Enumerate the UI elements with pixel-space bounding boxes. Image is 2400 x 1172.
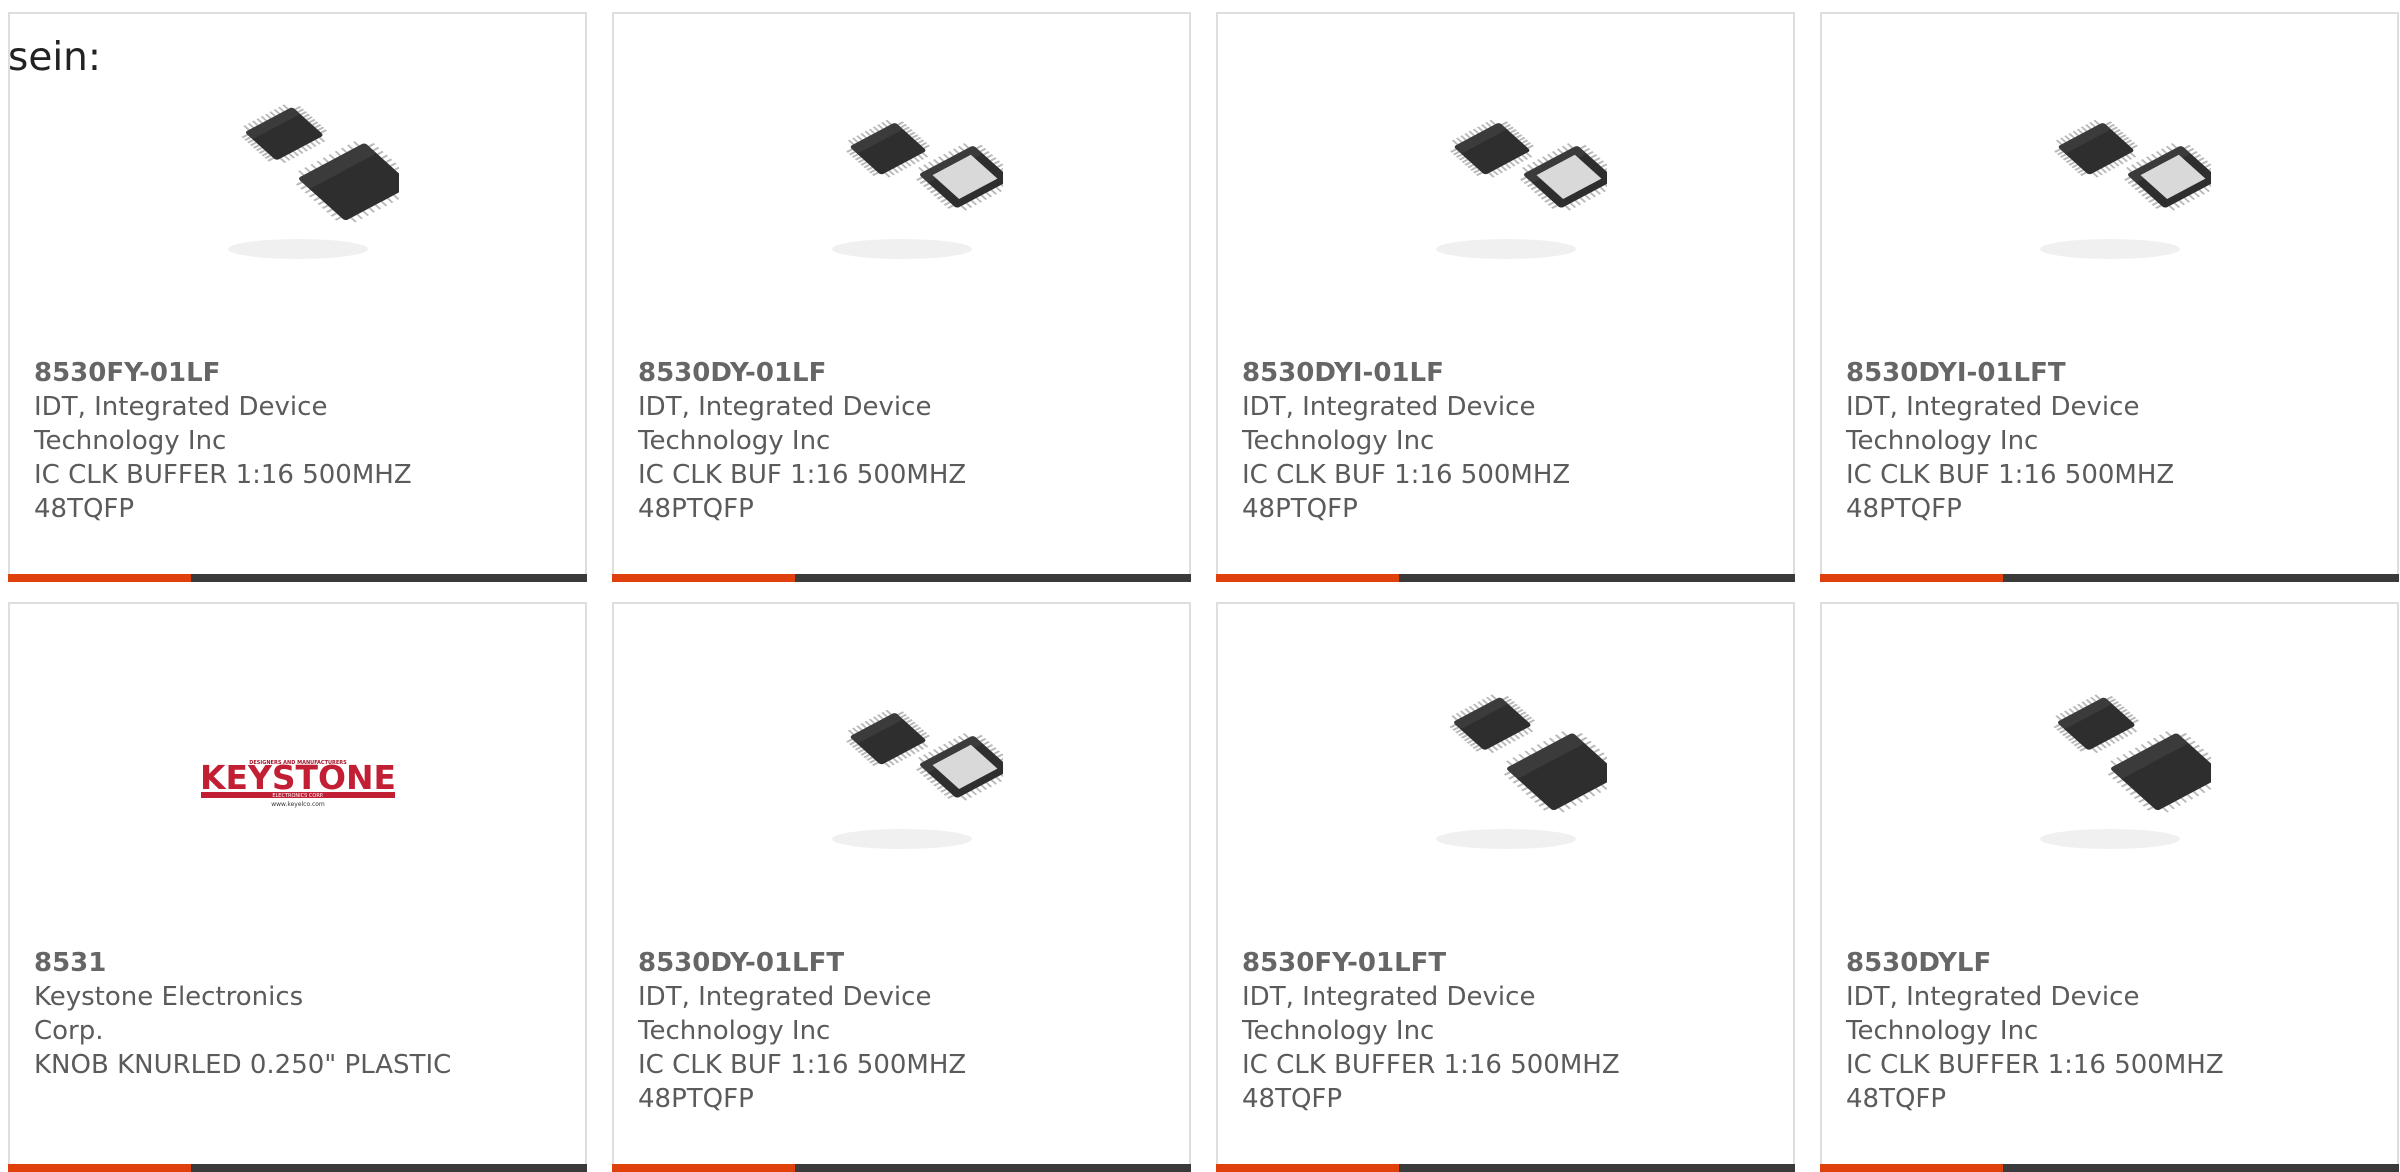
chip-pair-pad-image[interactable] [1405,84,1607,286]
part-number[interactable]: 8530FY-01LFT [1242,946,1769,980]
chip-pair-dark-image[interactable] [2009,674,2211,876]
svg-text:ELECTRONICS CORP.: ELECTRONICS CORP. [272,793,324,799]
product-card[interactable]: 8530FY-01LF IDT, Integrated Device Techn… [8,12,587,582]
manufacturer: IDT, Integrated Device Technology Inc [34,392,328,456]
part-number[interactable]: 8530DY-01LFT [638,946,1165,980]
product-description: IC CLK BUFFER 1:16 500MHZ 48TQFP [1846,1050,2224,1114]
product-card[interactable]: DESIGNERS AND MANUFACTURERS KEYSTONE ELE… [8,602,587,1172]
manufacturer: IDT, Integrated Device Technology Inc [1242,392,1536,456]
part-number[interactable]: 8530DYI-01LF [1242,356,1769,390]
card-accent-bar [1216,574,1795,582]
product-card[interactable]: 8530DY-01LFT IDT, Integrated Device Tech… [612,602,1191,1172]
manufacturer: IDT, Integrated Device Technology Inc [638,392,932,456]
product-description: IC CLK BUF 1:16 500MHZ 48PTQFP [1242,460,1571,524]
card-accent-bar [1820,1164,2399,1172]
manufacturer: IDT, Integrated Device Technology Inc [1846,392,2140,456]
product-card[interactable]: 8530DY-01LF IDT, Integrated Device Techn… [612,12,1191,582]
chip-pair-pad-image[interactable] [801,84,1003,286]
chip-pair-pad-image[interactable] [2009,84,2211,286]
chip-pair-dark-image[interactable] [197,84,399,286]
keystone-logo-image[interactable]: DESIGNERS AND MANUFACTURERS KEYSTONE ELE… [197,674,399,876]
part-number[interactable]: 8530DYLF [1846,946,2373,980]
card-accent-bar [1820,574,2399,582]
product-description: IC CLK BUF 1:16 500MHZ 48PTQFP [1846,460,2175,524]
product-description: IC CLK BUFFER 1:16 500MHZ 48TQFP [1242,1050,1620,1114]
manufacturer: IDT, Integrated Device Technology Inc [1242,982,1536,1046]
svg-text:www.keyelco.com: www.keyelco.com [271,801,325,808]
card-accent-bar [612,574,1191,582]
part-number[interactable]: 8530DY-01LF [638,356,1165,390]
product-card[interactable]: 8530DYLF IDT, Integrated Device Technolo… [1820,602,2399,1172]
product-card[interactable]: 8530DYI-01LFT IDT, Integrated Device Tec… [1820,12,2399,582]
part-number[interactable]: 8531 [34,946,561,980]
manufacturer: IDT, Integrated Device Technology Inc [1846,982,2140,1046]
card-accent-bar [612,1164,1191,1172]
manufacturer: Keystone Electronics Corp. [34,982,304,1046]
chip-pair-dark-image[interactable] [1405,674,1607,876]
part-number[interactable]: 8530DYI-01LFT [1846,356,2373,390]
svg-text:KEYSTONE: KEYSTONE [200,758,396,797]
card-accent-bar [8,1164,587,1172]
product-card[interactable]: 8530DYI-01LF IDT, Integrated Device Tech… [1216,12,1795,582]
part-number[interactable]: 8530FY-01LF [34,356,561,390]
product-grid: 8530FY-01LF IDT, Integrated Device Techn… [8,12,2399,1172]
manufacturer: IDT, Integrated Device Technology Inc [638,982,932,1046]
intro-text: sein: [8,35,102,80]
product-description: IC CLK BUF 1:16 500MHZ 48PTQFP [638,460,967,524]
card-accent-bar [1216,1164,1795,1172]
product-card[interactable]: 8530FY-01LFT IDT, Integrated Device Tech… [1216,602,1795,1172]
product-description: IC CLK BUF 1:16 500MHZ 48PTQFP [638,1050,967,1114]
card-accent-bar [8,574,587,582]
chip-pair-pad-image[interactable] [801,674,1003,876]
product-description: IC CLK BUFFER 1:16 500MHZ 48TQFP [34,460,412,524]
product-description: KNOB KNURLED 0.250" PLASTIC [34,1050,452,1080]
